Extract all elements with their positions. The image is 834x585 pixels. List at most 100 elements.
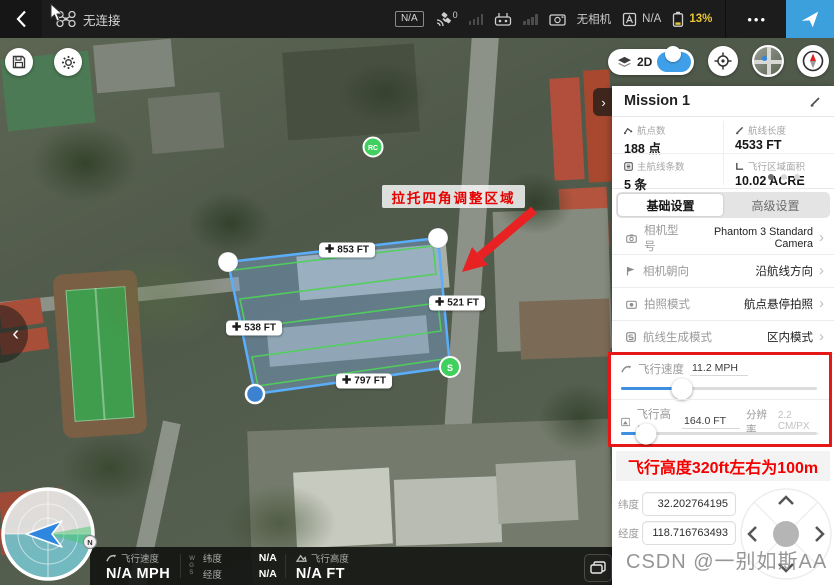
chevron-right-icon: ›	[819, 297, 824, 311]
telemetry-bar: 飞行速度 N/A MPH WGS 纬度N/A 经度N/A 飞行高度 N/A FT	[90, 547, 612, 585]
altitude-slider-track[interactable]	[621, 432, 817, 435]
altitude-icon	[296, 553, 307, 563]
latitude-input[interactable]: 32.202764195	[642, 492, 736, 516]
tab-advanced-settings[interactable]: 高级设置	[723, 194, 828, 216]
settings-tabs: 基础设置 高级设置	[616, 192, 830, 218]
chevron-right-icon: ›	[819, 264, 824, 278]
edge-length-pill-top: ✚853 FT	[319, 243, 375, 258]
top-status-bar: 无连接 N/A 0	[0, 0, 834, 38]
edge-length-pill-bottom: ✚797 FT	[336, 374, 392, 389]
crosshair-icon	[714, 52, 732, 70]
tab-basic-settings[interactable]: 基础设置	[618, 194, 723, 216]
chevron-left-icon: ‹	[12, 323, 19, 346]
chevron-left-icon	[16, 10, 27, 28]
satellite-count: 0	[453, 10, 458, 20]
altitude-note-banner: 飞行高度320ft左右为100m	[616, 451, 830, 481]
panel-collapse-handle[interactable]: ›	[593, 88, 614, 116]
gps-mode-badge: N/A	[395, 11, 424, 27]
altitude-icon	[621, 417, 630, 427]
back-button[interactable]	[0, 0, 42, 38]
layers-icon	[617, 56, 632, 69]
compass-needle-icon	[801, 49, 825, 73]
flight-params-highlight-box: 飞行速度 11.2 MPH 飞行高度 164.0 FT 分辨率 2.2 CM/P…	[608, 352, 832, 447]
nudge-center-button[interactable]	[773, 521, 799, 547]
camera-status-label: 无相机	[577, 11, 612, 27]
watermark: CSDN @一别如斯AA	[626, 545, 827, 574]
stat-waypoints: 航点数 188 点	[612, 120, 723, 156]
cross-icon: ✚	[232, 324, 241, 333]
compass-reset-button[interactable]	[797, 45, 829, 77]
edge-length-pill-left: ✚538 FT	[226, 321, 282, 336]
map-mode-control: 2D	[608, 49, 694, 75]
minimap-thumbnail	[754, 47, 782, 75]
minimap-button[interactable]	[752, 45, 784, 77]
map-mode-label: 2D	[637, 55, 652, 69]
airplane-icon	[799, 8, 821, 30]
setting-row-camera-heading[interactable]: 相机朝向 沿航线方向 ›	[612, 255, 834, 288]
stats-pagination-dots[interactable]	[768, 174, 800, 180]
battery-status: 13%	[672, 11, 712, 27]
battery-percent: 13%	[689, 13, 712, 25]
more-button[interactable]: •••	[739, 12, 775, 27]
save-icon	[12, 55, 26, 69]
setting-row-photo-mode[interactable]: 拍照模式 航点悬停拍照 ›	[612, 288, 834, 321]
stat-route-length: 航线长度 4533 FT	[723, 120, 834, 156]
telemetry-coords: 纬度N/A 经度N/A	[195, 547, 285, 585]
gps-signal-bars	[469, 14, 484, 25]
satellite-status: 0	[435, 12, 458, 27]
chevron-right-icon: ›	[601, 95, 605, 110]
map-2d3d-toggle[interactable]	[657, 52, 691, 72]
save-mission-button[interactable]	[5, 48, 33, 76]
aircraft-connection-status: 无连接	[56, 10, 121, 29]
gear-icon	[61, 55, 76, 70]
mission-settings-button[interactable]	[54, 48, 82, 76]
setting-row-route-mode[interactable]: 航线生成模式 区内模式 ›	[612, 321, 834, 354]
route-lines-icon	[624, 162, 633, 171]
attitude-compass-widget: N	[0, 486, 98, 584]
north-indicator: N	[87, 538, 92, 547]
flight-mode-status: N/A	[622, 12, 661, 27]
telemetry-altitude: 飞行高度 N/A FT	[286, 547, 359, 585]
drone-icon	[56, 10, 76, 28]
chevron-right-icon: ›	[819, 330, 824, 344]
route-length-icon	[735, 126, 744, 135]
app-window: S RC ✚853 FT ✚521 FT ✚538 FT ✚797 FT 拉托四…	[0, 0, 834, 585]
divider	[612, 153, 834, 154]
altitude-slider-row: 飞行高度 164.0 FT 分辨率 2.2 CM/PX	[611, 400, 829, 444]
stat-main-lines: 主航线条数 5 条	[612, 156, 723, 192]
cross-icon: ✚	[325, 246, 334, 255]
mission-header: Mission 1	[612, 86, 834, 117]
heading-flag-icon	[626, 266, 636, 276]
cross-icon: ✚	[342, 377, 351, 386]
chevron-right-icon: ›	[819, 231, 824, 245]
camera-icon	[549, 13, 566, 26]
map-layers-button[interactable]	[584, 554, 612, 582]
speed-slider-row: 飞行速度 11.2 MPH	[611, 355, 829, 399]
altitude-value[interactable]: 164.0 FT	[682, 415, 740, 429]
speed-slider-track[interactable]	[621, 387, 817, 390]
battery-icon	[672, 11, 684, 27]
setting-row-camera-model[interactable]: 相机型号 Phantom 3 Standard Camera ›	[612, 222, 834, 255]
longitude-input[interactable]: 118.716763493	[642, 521, 736, 545]
speed-slider-knob[interactable]	[671, 378, 692, 399]
takeoff-button[interactable]	[786, 0, 834, 38]
resolution-value: 2.2 CM/PX	[778, 410, 819, 434]
stacked-maps-icon	[590, 561, 606, 575]
speed-value[interactable]: 11.2 MPH	[690, 362, 748, 376]
route-mode-icon	[626, 332, 636, 342]
speed-icon	[106, 553, 117, 563]
mission-title: Mission 1	[624, 93, 690, 109]
remote-controller-icon	[494, 12, 512, 26]
wgs-label: WGS	[181, 547, 195, 585]
locate-me-button[interactable]	[708, 46, 738, 76]
satellite-icon	[435, 12, 451, 27]
flight-mode-icon	[622, 12, 637, 27]
toggle-knob	[665, 46, 681, 62]
photo-mode-icon	[626, 300, 637, 309]
cross-icon: ✚	[435, 299, 444, 308]
telemetry-speed: 飞行速度 N/A MPH	[90, 547, 180, 585]
tutorial-annotation: 拉托四角调整区域	[382, 185, 525, 208]
edit-pencil-icon[interactable]	[809, 95, 822, 108]
altitude-slider-knob[interactable]	[636, 423, 657, 444]
edge-length-pill-right: ✚521 FT	[429, 296, 485, 311]
